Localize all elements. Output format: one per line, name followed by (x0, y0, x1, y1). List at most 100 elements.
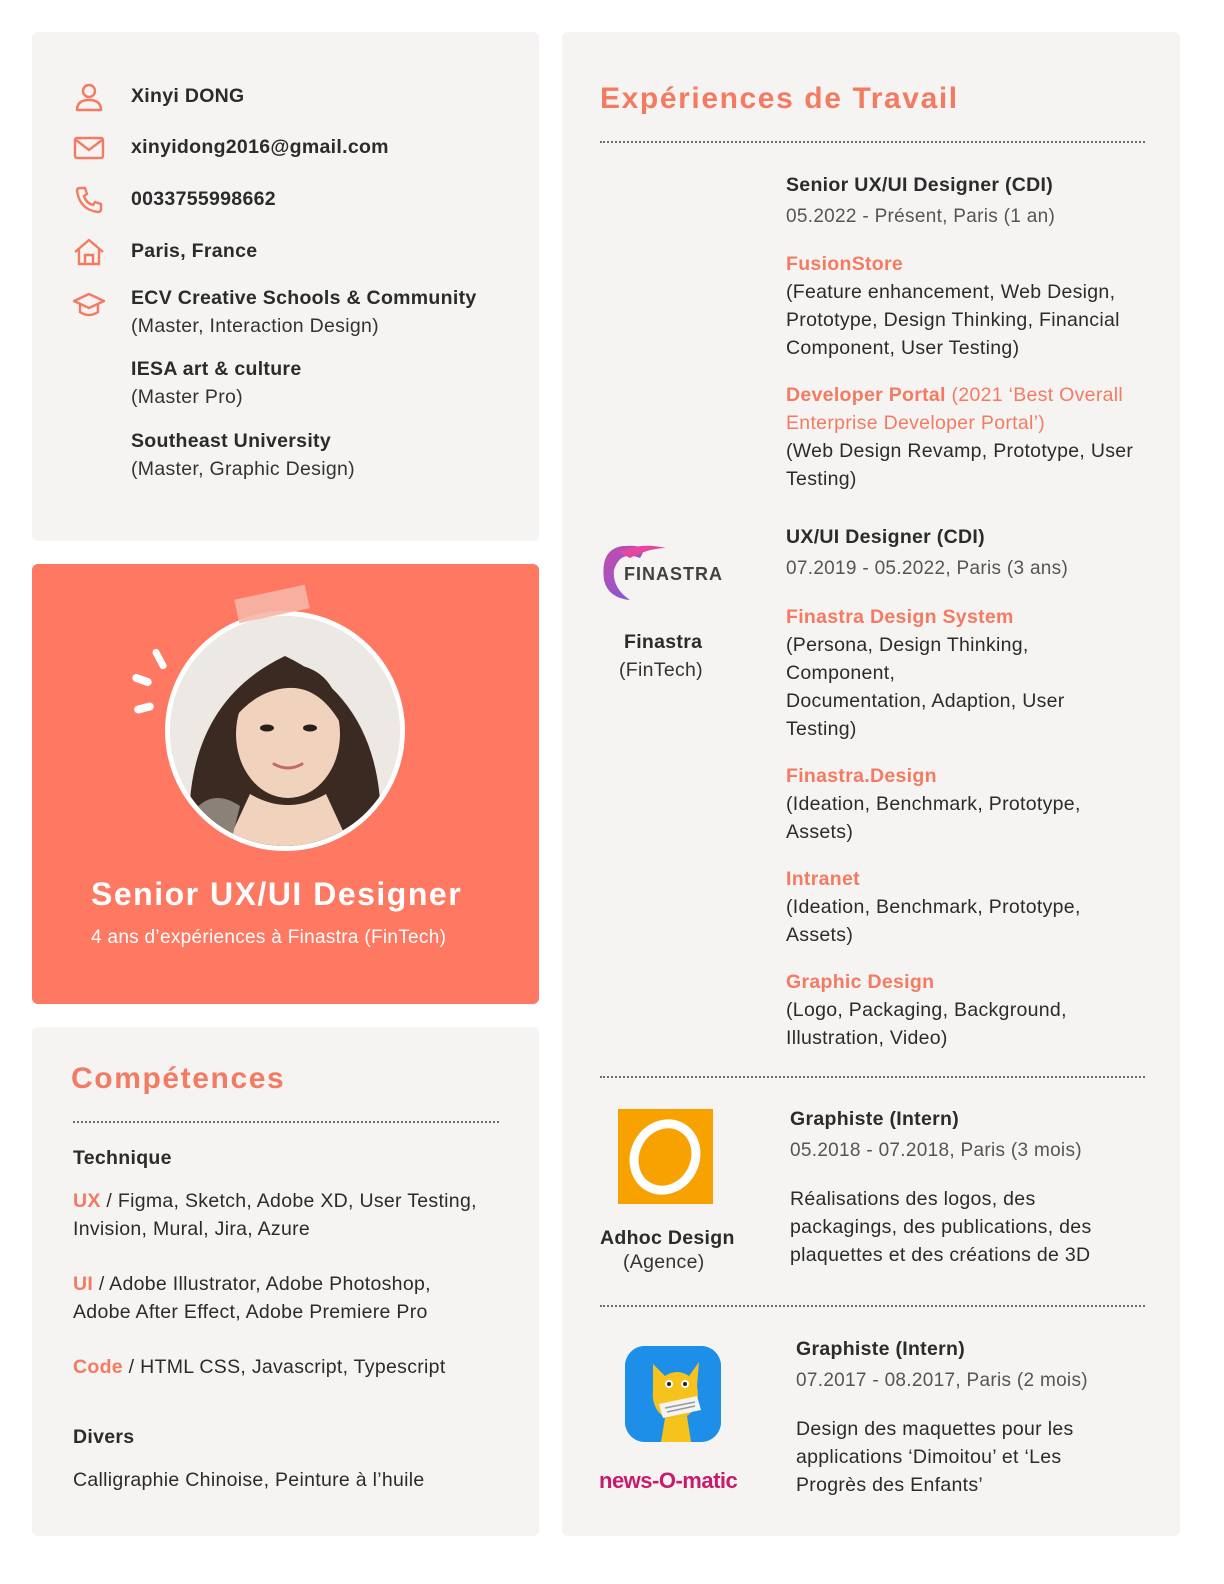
project-detail: Prototype, Design Thinking, Financial (786, 309, 1120, 331)
sparkle-decoration (133, 701, 155, 715)
project-name: Intranet (786, 868, 860, 890)
person-icon (72, 82, 106, 112)
skill-key: UX (73, 1190, 101, 1212)
adhoc-logo (618, 1109, 713, 1204)
education-item: Southeast University (Master, Graphic De… (131, 427, 355, 483)
project-detail: Assets) (786, 821, 854, 843)
company-type: (Agence) (623, 1251, 705, 1273)
hero-title: Senior UX/UI Designer (91, 876, 463, 912)
contact-card: Xinyi DONG xinyidong2016@gmail.com 00337… (32, 32, 539, 541)
hero-card: Senior UX/UI Designer 4 ans d’expérience… (32, 564, 539, 1004)
skill-list: Adobe After Effect, Adobe Premiere Pro (73, 1301, 428, 1323)
description-line: plaquettes et des créations de 3D (790, 1244, 1091, 1266)
technique-heading: Technique (73, 1147, 172, 1169)
education-degree: (Master, Graphic Design) (131, 458, 355, 480)
skill-list: Invision, Mural, Jira, Azure (73, 1218, 311, 1240)
finastra-logo-text: FINASTRA (624, 564, 723, 584)
skills-card: Compétences Technique UX / Figma, Sketch… (32, 1027, 539, 1536)
project-detail: Assets) (786, 924, 854, 946)
project-detail: (Web Design Revamp, Prototype, User (786, 440, 1134, 462)
company-name: Adhoc Design (600, 1227, 735, 1249)
finastra-logo: FINASTRA (600, 540, 730, 606)
skill-ui: UI / Adobe Illustrator, Adobe Photoshop,… (73, 1270, 431, 1326)
education-school: IESA art & culture (131, 358, 302, 380)
company-type: (FinTech) (619, 659, 703, 681)
education-degree: (Master, Interaction Design) (131, 315, 379, 337)
skills-title: Compétences (71, 1062, 286, 1095)
project-detail: (Persona, Design Thinking, (786, 634, 1029, 656)
description-line: packagings, des publications, des (790, 1216, 1092, 1238)
skill-list: / HTML CSS, Javascript, Typescript (122, 1356, 446, 1378)
education-item: IESA art & culture (Master Pro) (131, 355, 301, 411)
graduation-cap-icon (72, 290, 106, 320)
project-item: Developer Portal (2021 ‘Best Overall Ent… (786, 381, 1133, 493)
job-title: Senior UX/UI Designer (CDI) (786, 174, 1054, 196)
project-item: Finastra Design System (Persona, Design … (786, 603, 1065, 743)
skill-code: Code / HTML CSS, Javascript, Typescript (73, 1353, 446, 1381)
divider (600, 141, 1145, 143)
divider (600, 1076, 1145, 1078)
divider (73, 1121, 499, 1123)
skill-list: / Adobe Illustrator, Adobe Photoshop, (93, 1273, 431, 1295)
project-name: Developer Portal (786, 384, 946, 406)
project-name: FusionStore (786, 253, 904, 275)
project-item: FusionStore (Feature enhancement, Web De… (786, 250, 1120, 362)
job-date: 07.2019 - 05.2022, Paris (3 ans) (786, 558, 1069, 579)
company-name: Finastra (624, 631, 703, 653)
project-name: Graphic Design (786, 971, 935, 993)
experience-card: Expériences de Travail FINASTRA Finastra… (562, 32, 1180, 1536)
description-line: Design des maquettes pour les (796, 1418, 1074, 1440)
education-school: Southeast University (131, 430, 331, 452)
education-school: ECV Creative Schools & Community (131, 287, 477, 309)
description-line: Réalisations des logos, des (790, 1188, 1036, 1210)
job-date: 05.2018 - 07.2018, Paris (3 mois) (790, 1140, 1082, 1161)
project-detail: Documentation, Adaption, User (786, 690, 1065, 712)
project-item: Intranet (Ideation, Benchmark, Prototype… (786, 865, 1081, 949)
home-icon (72, 237, 106, 267)
profile-photo (165, 611, 405, 851)
project-detail: Testing) (786, 718, 857, 740)
divers-heading: Divers (73, 1426, 135, 1448)
job-description: Réalisations des logos, des packagings, … (790, 1185, 1092, 1269)
contact-phone[interactable]: 0033755998662 (131, 188, 276, 210)
hero-subtitle: 4 ans d’expériences à Finastra (FinTech) (91, 927, 447, 948)
project-detail: Testing) (786, 468, 857, 490)
project-item: Finastra.Design (Ideation, Benchmark, Pr… (786, 762, 1081, 846)
contact-email[interactable]: xinyidong2016@gmail.com (131, 136, 389, 158)
job-date: 05.2022 - Présent, Paris (1 an) (786, 206, 1056, 227)
project-detail: (Ideation, Benchmark, Prototype, (786, 896, 1081, 918)
skill-key: Code (73, 1356, 123, 1378)
project-detail: Component, User Testing) (786, 337, 1020, 359)
project-detail: Illustration, Video) (786, 1027, 948, 1049)
job-title: Graphiste (Intern) (790, 1108, 959, 1130)
skill-key: UI (73, 1273, 94, 1295)
skill-ux: UX / Figma, Sketch, Adobe XD, User Testi… (73, 1187, 477, 1243)
divers-list: Calligraphie Chinoise, Peinture à l’huil… (73, 1469, 425, 1491)
contact-name: Xinyi DONG (131, 85, 245, 107)
contact-location: Paris, France (131, 240, 258, 262)
project-item: Graphic Design (Logo, Packaging, Backgro… (786, 968, 1067, 1052)
project-name: Finastra.Design (786, 765, 937, 787)
phone-icon (72, 185, 106, 215)
divider (600, 1305, 1145, 1307)
newsomatic-logo-text: news-O-matic (599, 1468, 738, 1493)
job-date: 07.2017 - 08.2017, Paris (2 mois) (796, 1370, 1088, 1391)
description-line: applications ‘Dimoitou’ et ‘Les (796, 1446, 1062, 1468)
project-award: Enterprise Developer Portal’) (786, 412, 1046, 434)
project-detail: (Feature enhancement, Web Design, (786, 281, 1116, 303)
project-name: Finastra Design System (786, 606, 1014, 628)
mail-icon (72, 133, 106, 163)
experience-title: Expériences de Travail (600, 82, 959, 115)
project-detail: Component, (786, 662, 896, 684)
project-award: (2021 ‘Best Overall (945, 384, 1124, 406)
project-detail: (Ideation, Benchmark, Prototype, (786, 793, 1081, 815)
education-item: ECV Creative Schools & Community (Master… (131, 284, 477, 340)
newsomatic-app-icon (625, 1346, 721, 1442)
sparkle-decoration (131, 672, 153, 688)
job-title: Graphiste (Intern) (796, 1338, 965, 1360)
skill-list: / Figma, Sketch, Adobe XD, User Testing, (100, 1190, 477, 1212)
education-degree: (Master Pro) (131, 386, 243, 408)
description-line: Progrès des Enfants’ (796, 1474, 984, 1496)
project-detail: (Logo, Packaging, Background, (786, 999, 1067, 1021)
job-title: UX/UI Designer (CDI) (786, 526, 985, 548)
